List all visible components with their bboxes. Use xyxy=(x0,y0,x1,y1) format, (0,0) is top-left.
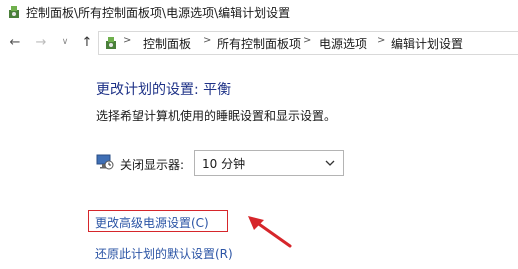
breadcrumb-control-panel[interactable]: 控制面板 xyxy=(143,35,191,52)
forward-arrow-icon[interactable]: → xyxy=(32,33,50,51)
title-bar: 控制面板\所有控制面板项\电源选项\编辑计划设置 xyxy=(0,0,518,26)
control-panel-window: 控制面板\所有控制面板项\电源选项\编辑计划设置 ← → ∨ ↑ > 控制面板 … xyxy=(0,0,518,269)
breadcrumb-edit-plan[interactable]: 编辑计划设置 xyxy=(391,35,463,52)
page-description: 选择希望计算机使用的睡眠设置和显示设置。 xyxy=(96,109,337,123)
breadcrumb-separator: > xyxy=(123,35,132,46)
address-bar[interactable]: > 控制面板 > 所有控制面板项 > 电源选项 > 编辑计划设置 xyxy=(98,31,518,55)
display-off-dropdown[interactable]: 10 分钟 xyxy=(194,150,344,176)
breadcrumb-separator: > xyxy=(377,35,386,46)
breadcrumb-separator: > xyxy=(303,35,312,46)
page-title: 更改计划的设置: 平衡 xyxy=(96,82,232,98)
breadcrumb-separator: > xyxy=(203,35,212,46)
restore-default-settings-link[interactable]: 还原此计划的默认设置(R) xyxy=(95,245,233,262)
up-arrow-icon[interactable]: ↑ xyxy=(78,33,96,51)
display-off-label: 关闭显示器: xyxy=(120,158,185,172)
display-off-value: 10 分钟 xyxy=(202,157,246,171)
control-panel-icon xyxy=(106,37,116,49)
annotation-arrow-icon xyxy=(248,216,292,248)
navigation-bar: ← → ∨ ↑ > 控制面板 > 所有控制面板项 > 电源选项 > 编辑计划设置 xyxy=(0,30,518,56)
monitor-clock-icon xyxy=(96,154,114,170)
change-advanced-power-settings-link[interactable]: 更改高级电源设置(C) xyxy=(95,214,209,231)
back-arrow-icon[interactable]: ← xyxy=(6,33,24,51)
window-title: 控制面板\所有控制面板项\电源选项\编辑计划设置 xyxy=(26,6,291,20)
breadcrumb-power-options[interactable]: 电源选项 xyxy=(319,35,367,52)
chevron-down-icon[interactable]: ∨ xyxy=(56,33,74,51)
display-off-row: 关闭显示器: 10 分钟 xyxy=(96,150,356,178)
chevron-down-icon xyxy=(325,160,335,166)
breadcrumb-all-items[interactable]: 所有控制面板项 xyxy=(217,35,301,52)
control-panel-icon xyxy=(9,6,19,18)
